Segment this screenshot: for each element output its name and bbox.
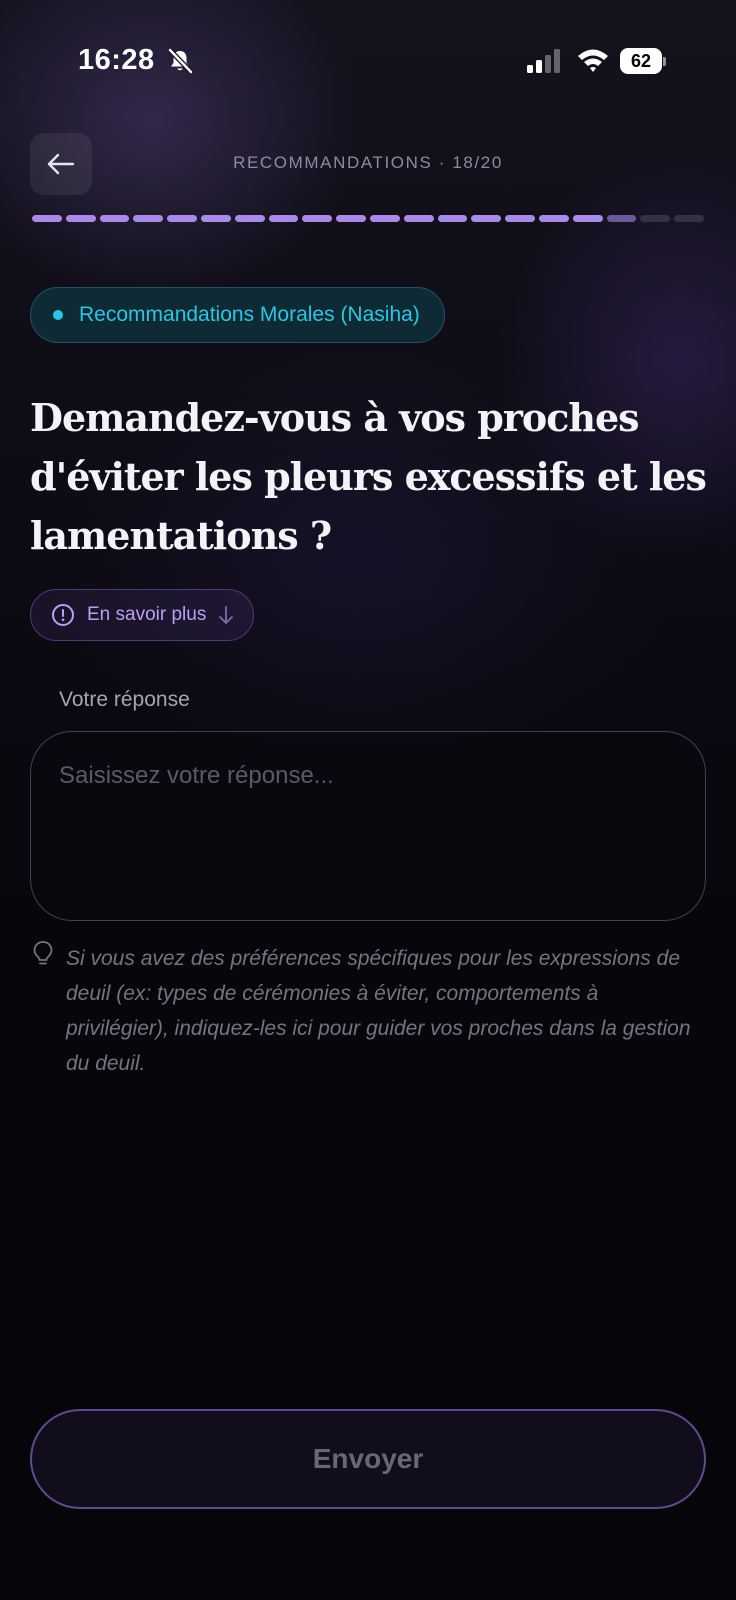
progress-segment bbox=[674, 215, 704, 222]
step-label: RECOMMANDATIONS · 18/20 bbox=[233, 153, 503, 172]
progress-segment bbox=[403, 215, 434, 222]
progress-segment bbox=[471, 215, 502, 222]
screen: 16:28 62 RECOMMANDATIONS · 18/20 Recomma… bbox=[0, 0, 736, 1600]
answer-label: Votre réponse bbox=[59, 688, 190, 711]
progress-segment bbox=[133, 215, 164, 222]
progress-segment bbox=[572, 215, 603, 222]
progress-segment bbox=[538, 215, 569, 222]
progress-segment bbox=[234, 215, 265, 222]
status-bar: 16:28 62 bbox=[0, 0, 736, 120]
bell-slash-icon bbox=[168, 48, 193, 74]
question-title: Demandez-vous à vos proches d'éviter les… bbox=[30, 395, 707, 558]
battery-tip bbox=[663, 57, 666, 66]
progress-segment bbox=[99, 215, 130, 222]
progress-bar bbox=[32, 215, 704, 222]
progress-segment bbox=[505, 215, 535, 222]
wifi-icon bbox=[578, 49, 608, 72]
progress-segment bbox=[336, 215, 366, 222]
progress-segment bbox=[606, 215, 637, 222]
lightbulb-icon bbox=[33, 941, 53, 965]
cellular-signal-icon bbox=[527, 49, 560, 73]
progress-segment bbox=[65, 215, 96, 222]
progress-segment bbox=[200, 215, 231, 222]
battery-level: 62 bbox=[620, 48, 662, 74]
progress-segment bbox=[268, 215, 299, 222]
battery-indicator: 62 bbox=[620, 48, 666, 74]
status-time: 16:28 bbox=[78, 44, 155, 76]
submit-button[interactable]: Envoyer bbox=[30, 1409, 706, 1509]
category-dot bbox=[53, 310, 63, 320]
progress-segment bbox=[437, 215, 468, 222]
info-alert-icon bbox=[52, 604, 74, 626]
hint-text: Si vous avez des préférences spécifiques… bbox=[66, 947, 691, 1075]
arrow-down-icon bbox=[219, 606, 234, 624]
category-badge: Recommandations Morales (Nasiha) bbox=[30, 287, 445, 343]
progress-segment bbox=[640, 215, 671, 222]
answer-input[interactable] bbox=[30, 731, 706, 921]
progress-segment bbox=[167, 215, 197, 222]
category-label: Recommandations Morales (Nasiha) bbox=[79, 303, 420, 326]
progress-segment bbox=[302, 215, 333, 222]
progress-segment bbox=[369, 215, 400, 222]
learn-more-label: En savoir plus bbox=[87, 604, 207, 625]
learn-more-button[interactable]: En savoir plus bbox=[30, 589, 254, 641]
progress-segment bbox=[32, 215, 62, 222]
